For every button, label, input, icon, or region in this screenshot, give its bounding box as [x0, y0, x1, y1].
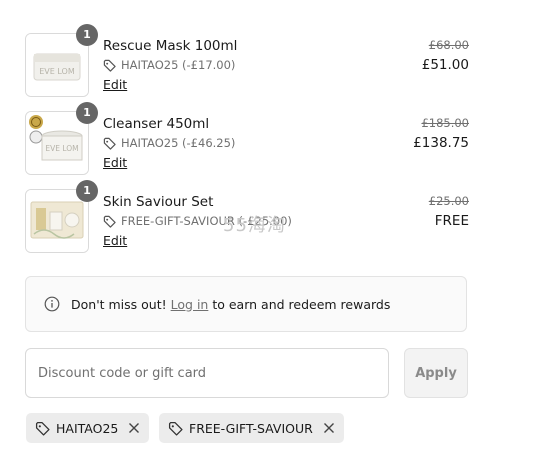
final-price: £138.75	[413, 135, 469, 151]
final-price: FREE	[434, 213, 469, 229]
svg-text:EVE LOM: EVE LOM	[45, 144, 78, 153]
notice-text: Don't miss out!	[71, 296, 167, 312]
original-price: £185.00	[421, 116, 469, 130]
apply-button[interactable]: Apply	[404, 348, 468, 398]
tag-icon	[103, 215, 116, 228]
original-price: £25.00	[428, 194, 469, 208]
quantity-badge: 1	[76, 180, 98, 202]
tag-icon	[168, 421, 183, 436]
line-item: EVE LOM 1 Cleanser 450ml HAITAO25 (-£46.…	[25, 102, 469, 175]
edit-link[interactable]: Edit	[103, 77, 127, 92]
quantity-badge: 1	[76, 24, 98, 46]
product-title: Skin Saviour Set	[103, 194, 214, 210]
line-item: EVE LOM 1 Rescue Mask 100ml HAITAO25 (-£…	[25, 24, 469, 97]
discount-code-input[interactable]	[25, 348, 389, 398]
line-item: 1 Skin Saviour Set FREE-GIFT-SAVIOUR (-£…	[25, 180, 469, 253]
tag-icon	[103, 137, 116, 150]
discount-line: FREE-GIFT-SAVIOUR (-£25.00)	[103, 214, 292, 228]
applied-code-chip: HAITAO25	[26, 413, 150, 443]
edit-link[interactable]: Edit	[103, 233, 127, 248]
remove-code-icon[interactable]	[323, 422, 335, 434]
login-link[interactable]: Log in	[171, 297, 209, 312]
discount-line: HAITAO25 (-£46.25)	[103, 136, 235, 150]
rewards-notice: Don't miss out! Log in to earn and redee…	[25, 276, 467, 332]
product-title: Cleanser 450ml	[103, 116, 210, 132]
discount-text: HAITAO25 (-£17.00)	[121, 58, 236, 72]
final-price: £51.00	[421, 57, 469, 73]
code-label: HAITAO25	[56, 420, 119, 436]
remove-code-icon[interactable]	[128, 422, 140, 434]
applied-code-chip: FREE-GIFT-SAVIOUR	[159, 413, 344, 443]
svg-text:EVE LOM: EVE LOM	[39, 67, 75, 76]
original-price: £68.00	[428, 38, 469, 52]
discount-text: FREE-GIFT-SAVIOUR (-£25.00)	[121, 214, 292, 228]
discount-text: HAITAO25 (-£46.25)	[121, 136, 236, 150]
quantity-badge: 1	[76, 102, 98, 124]
tag-icon	[103, 59, 116, 72]
product-title: Rescue Mask 100ml	[103, 38, 238, 54]
edit-link[interactable]: Edit	[103, 155, 127, 170]
tag-icon	[35, 421, 50, 436]
notice-suffix: to earn and redeem rewards	[212, 296, 391, 312]
info-icon	[44, 296, 60, 312]
code-label: FREE-GIFT-SAVIOUR	[189, 420, 313, 436]
discount-line: HAITAO25 (-£17.00)	[103, 58, 235, 72]
